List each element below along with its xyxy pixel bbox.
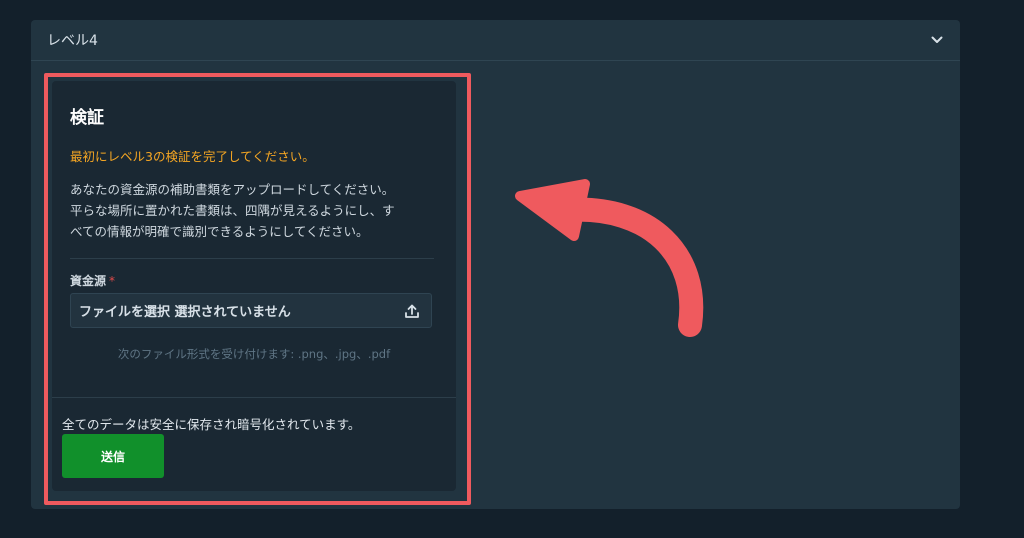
curved-arrow-icon [515, 179, 704, 337]
